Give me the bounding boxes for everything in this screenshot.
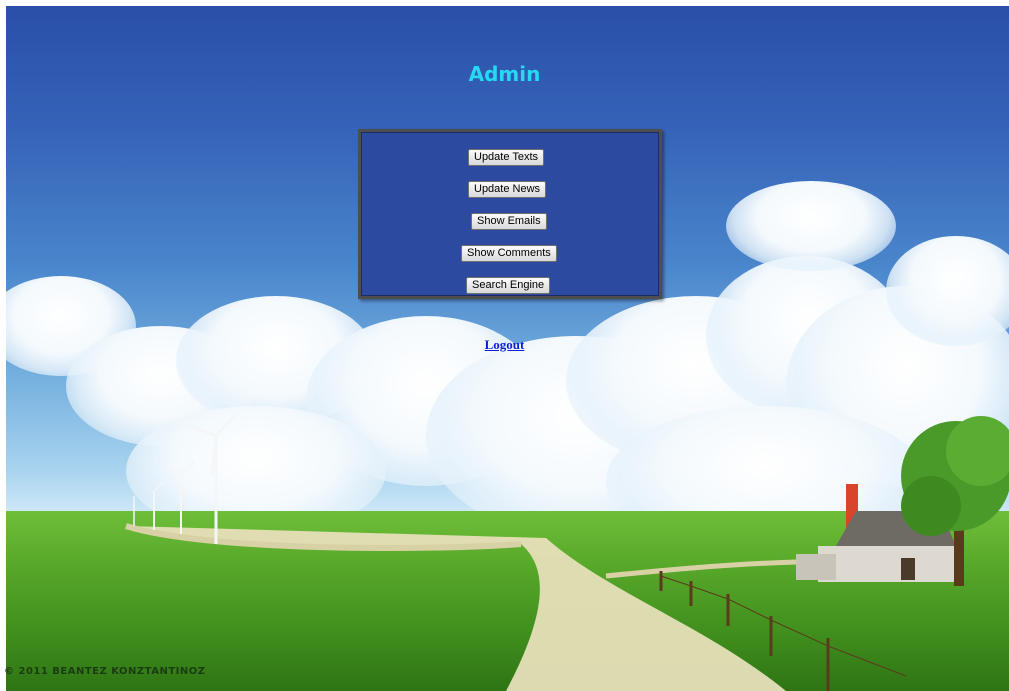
logout-link[interactable]: Logout [485,337,525,352]
show-emails-button[interactable]: Show Emails [471,213,547,230]
page-title: Admin [468,62,541,86]
update-texts-button[interactable]: Update Texts [468,149,545,166]
logout-container: Logout [0,337,1009,353]
show-comments-button[interactable]: Show Comments [461,245,557,262]
admin-menu-panel: Update Texts Update News Show Emails Sho… [358,129,662,299]
footer-copyright: © 2011 BEANTEZ KONZTANTINOZ [4,666,206,677]
update-news-button[interactable]: Update News [468,181,547,198]
search-engine-button[interactable]: Search Engine [466,277,551,294]
